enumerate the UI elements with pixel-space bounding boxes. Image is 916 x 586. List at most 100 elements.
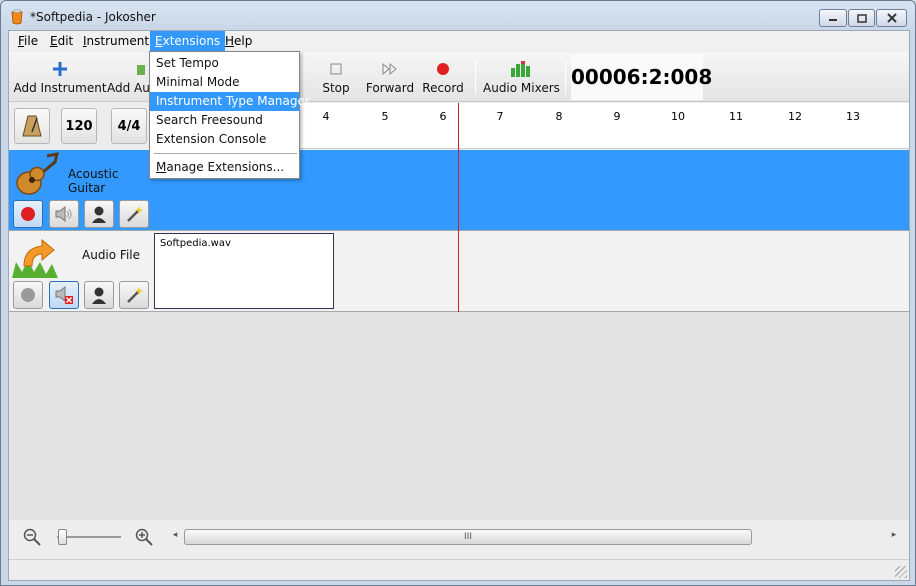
playhead[interactable] xyxy=(458,103,459,312)
timeline-controls: 120 4/4 xyxy=(9,103,153,149)
timeline-header: 120 4/4 4 5 6 7 8 9 10 11 12 13 xyxy=(9,103,909,149)
menuitem-set-tempo[interactable]: Set Tempo xyxy=(150,54,299,73)
tempo-button[interactable]: 120 xyxy=(61,108,97,144)
menu-help[interactable]: Help xyxy=(220,31,257,51)
zoom-slider-thumb[interactable] xyxy=(58,529,67,545)
clip-name: Softpedia.wav xyxy=(160,238,231,249)
record-icon xyxy=(437,63,449,75)
minimize-button[interactable] xyxy=(819,9,847,27)
close-button[interactable] xyxy=(876,9,907,27)
manage-extensions-mnemonic: M xyxy=(156,160,167,174)
audio-mixers-label: Audio Mixers xyxy=(483,81,560,95)
ruler-mark: 10 xyxy=(671,110,685,123)
person-icon xyxy=(92,206,106,223)
menu-file-label: ile xyxy=(24,34,39,48)
metronome-icon xyxy=(22,115,42,137)
horizontal-scrollbar[interactable]: ◂ III ▸ xyxy=(167,528,900,546)
add-instrument-button[interactable]: Add Instrument xyxy=(13,54,107,100)
ruler-mark: 6 xyxy=(439,110,447,123)
effects-button[interactable] xyxy=(119,200,149,228)
zoom-in-icon[interactable] xyxy=(135,528,153,546)
menu-file[interactable]: File xyxy=(13,31,43,51)
time-signature-button[interactable]: 4/4 xyxy=(111,108,147,144)
time-display: 00006:2:008 xyxy=(571,54,712,100)
ruler-mark: 8 xyxy=(555,110,563,123)
track-name: Audio File xyxy=(82,248,141,262)
ruler-mark: 11 xyxy=(729,110,743,123)
empty-track-area xyxy=(9,312,909,520)
menu-extensions[interactable]: Extensions xyxy=(150,31,226,51)
scrollbar-thumb[interactable]: III xyxy=(184,529,752,545)
track-header: Audio File xyxy=(9,231,153,311)
menuitem-minimal-mode[interactable]: Minimal Mode xyxy=(150,73,299,92)
zoom-out-icon[interactable] xyxy=(23,528,41,546)
toolbar-separator xyxy=(565,60,566,94)
ruler-mark: 4 xyxy=(322,110,330,123)
menu-extensions-mnemonic: E xyxy=(155,34,163,48)
record-icon xyxy=(21,288,35,302)
magic-wand-icon xyxy=(127,287,143,303)
menu-bar: File Edit Instrument Extensions Help xyxy=(9,31,909,51)
audio-file-icon xyxy=(137,65,145,75)
metronome-button[interactable] xyxy=(14,108,50,144)
ruler-mark: 9 xyxy=(613,110,621,123)
menuitem-extension-console[interactable]: Extension Console xyxy=(150,130,299,149)
menu-instrument-label: nstrument xyxy=(86,34,150,48)
menu-help-mnemonic: H xyxy=(225,34,235,48)
mute-button[interactable] xyxy=(49,200,79,228)
scroll-right-icon[interactable]: ▸ xyxy=(888,530,900,540)
solo-button[interactable] xyxy=(84,200,114,228)
stop-button[interactable]: Stop xyxy=(314,54,358,100)
jokosher-app-icon xyxy=(11,9,23,25)
arm-record-button[interactable] xyxy=(13,281,43,309)
extensions-dropdown: Set Tempo Minimal Mode Instrument Type M… xyxy=(149,51,310,179)
menu-help-label: elp xyxy=(234,34,253,48)
toolbar-separator xyxy=(475,60,476,94)
stop-icon xyxy=(330,63,342,75)
menu-separator xyxy=(154,153,297,154)
track-acoustic-guitar[interactable]: Acoustic Guitar xyxy=(9,150,909,231)
zoom-scroll-bar: ◂ III ▸ xyxy=(9,520,909,558)
mute-button[interactable] xyxy=(49,281,79,309)
menuitem-search-freesound[interactable]: Search Freesound xyxy=(150,111,299,130)
menu-extensions-label: xtensions xyxy=(162,34,221,48)
menuitem-manage-extensions[interactable]: Manage Extensions... xyxy=(150,158,299,177)
title-bar[interactable]: *Softpedia - Jokosher xyxy=(1,1,915,31)
ruler-mark: 5 xyxy=(381,110,389,123)
ruler-mark: 7 xyxy=(496,110,504,123)
scroll-left-icon[interactable]: ◂ xyxy=(169,530,181,540)
toolbar: Add Instrument Add Au Stop Forward Recor… xyxy=(9,52,909,102)
menuitem-instrument-type-manager[interactable]: Instrument Type Manager xyxy=(150,92,310,111)
fast-forward-icon xyxy=(382,63,397,75)
record-label: Record xyxy=(422,81,464,95)
minimize-icon xyxy=(829,19,837,21)
status-bar xyxy=(9,559,909,580)
app-window: *Softpedia - Jokosher File Edit Instrume… xyxy=(0,0,916,586)
close-icon xyxy=(886,13,897,23)
track-name: Acoustic Guitar xyxy=(68,167,119,195)
arm-record-button[interactable] xyxy=(13,200,43,228)
effects-button[interactable] xyxy=(119,281,149,309)
track-header: Acoustic Guitar xyxy=(9,150,153,230)
record-button[interactable]: Record xyxy=(421,54,465,100)
add-audio-label: Add Au xyxy=(107,81,150,95)
ruler-mark: 13 xyxy=(846,110,860,123)
guitar-icon xyxy=(16,152,59,195)
person-icon xyxy=(92,287,106,304)
track-audio-file[interactable]: Audio File Softpedia.wav xyxy=(9,231,909,312)
record-icon xyxy=(21,207,35,221)
audio-mixers-button[interactable]: Audio Mixers xyxy=(483,54,560,100)
forward-button[interactable]: Forward xyxy=(364,54,416,100)
menu-edit[interactable]: Edit xyxy=(45,31,78,51)
menu-instrument[interactable]: Instrument xyxy=(78,31,154,51)
resize-grip-icon[interactable] xyxy=(895,566,907,578)
menu-edit-mnemonic: E xyxy=(50,34,58,48)
client-area: File Edit Instrument Extensions Help Add… xyxy=(8,30,910,581)
speaker-icon xyxy=(55,206,72,222)
audio-clip[interactable]: Softpedia.wav xyxy=(154,233,334,309)
maximize-button[interactable] xyxy=(848,9,875,27)
solo-button[interactable] xyxy=(84,281,114,309)
plus-icon xyxy=(53,62,67,76)
audio-file-icon xyxy=(12,238,58,278)
add-audio-button[interactable]: Add Au xyxy=(107,54,151,100)
